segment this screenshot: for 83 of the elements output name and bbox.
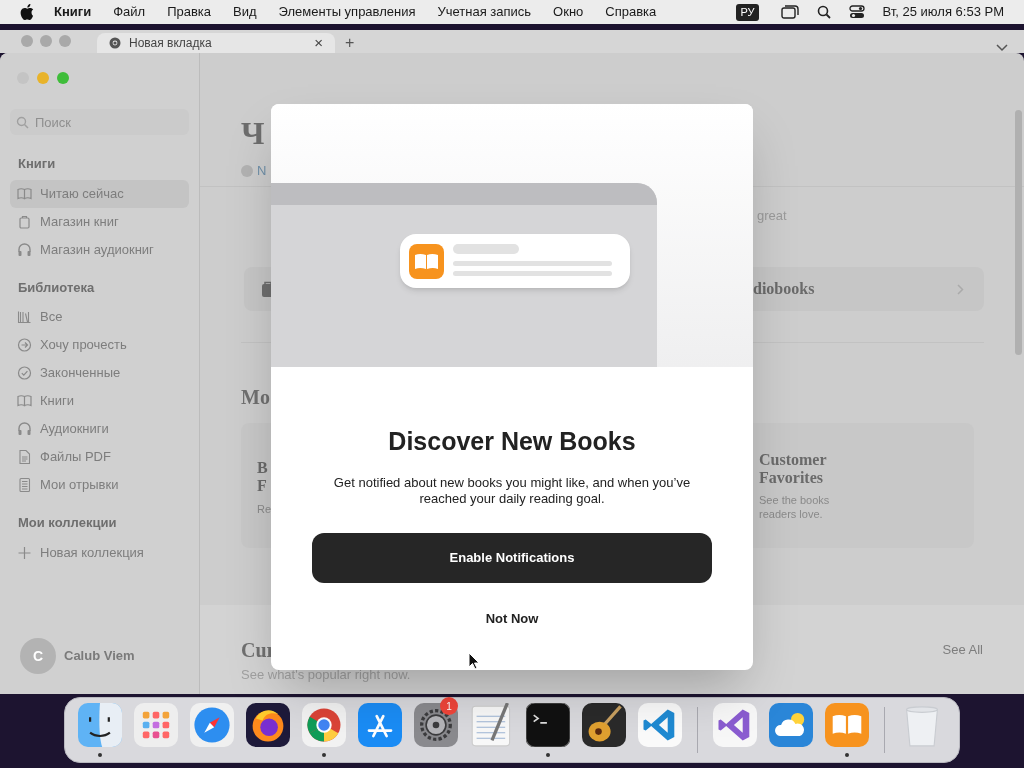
gear-icon[interactable]: [414, 703, 458, 747]
scrollbar-thumb[interactable]: [1015, 110, 1022, 355]
app-store-icon[interactable]: [358, 703, 402, 747]
windows-icon[interactable]: [780, 5, 799, 19]
section-heading: Мои коллекции: [17, 514, 118, 532]
section-title: Mo: [241, 386, 271, 408]
search-icon: [16, 116, 29, 129]
not-now-button[interactable]: Not Now: [481, 608, 543, 628]
menu-clock[interactable]: Вт, 25 июля 6:53 PM: [882, 2, 1004, 22]
sidebar-item[interactable]: Магазин книг: [10, 207, 189, 236]
chevron-down-icon[interactable]: [996, 44, 1008, 52]
book-app-icon: [409, 243, 444, 279]
sidebar-item[interactable]: Законченные: [10, 359, 189, 387]
notification-badge: 1: [440, 697, 458, 715]
chrome-icon[interactable]: [302, 703, 346, 747]
user-name: Calub Viem: [64, 647, 135, 666]
tab-title: Новая вкладка: [129, 37, 213, 50]
menu-item[interactable]: Учетная запись: [437, 2, 532, 22]
headphones-icon: [17, 241, 32, 258]
dialog-message: Get notified about new books you might like, and when you’ve reached your daily reading goal.: [332, 474, 692, 507]
terminal-icon[interactable]: [526, 703, 570, 747]
arrow-circle-icon: [17, 337, 32, 353]
document-icon: [17, 449, 32, 465]
menu-item[interactable]: Элементы управления: [278, 2, 416, 22]
store-row-label: diobooks: [753, 279, 815, 299]
menu-item[interactable]: Окно: [553, 2, 584, 22]
weather-icon[interactable]: [769, 703, 813, 747]
card-title-line: B: [257, 459, 269, 477]
plus-icon: [17, 544, 32, 561]
book-card[interactable]: B F Re: [241, 423, 271, 548]
card-title: Customer Favorites: [759, 451, 828, 487]
search-field[interactable]: Поиск: [10, 109, 189, 135]
notes-icon: [17, 477, 32, 493]
toggles-icon[interactable]: [848, 5, 865, 19]
compass-icon[interactable]: [190, 703, 234, 747]
app-menu[interactable]: Книги: [54, 2, 92, 22]
sidebar-item[interactable]: Все: [10, 303, 189, 331]
enable-notifications-button[interactable]: Enable Notifications: [312, 532, 712, 583]
sidebar-item[interactable]: Мои отрывки: [10, 471, 189, 499]
page-title: Ч: [241, 115, 266, 151]
infinity-app-icon[interactable]: [713, 703, 757, 747]
menu-item[interactable]: Файл: [113, 2, 146, 22]
input-source-indicator[interactable]: РУ: [736, 3, 759, 21]
section-heading: Библиотека: [17, 278, 96, 297]
fox-globe-icon[interactable]: [246, 703, 290, 747]
sidebar-item[interactable]: Магазин аудиокниг: [10, 235, 189, 264]
close-icon[interactable]: ×: [314, 37, 323, 49]
placeholder-lines-icon: [453, 244, 613, 278]
app-grid-icon[interactable]: [134, 703, 178, 747]
guitar-icon[interactable]: [582, 703, 626, 747]
chevron-right-icon: [957, 283, 964, 295]
card-title-line: F: [257, 477, 268, 495]
menu-item[interactable]: Справка: [605, 2, 657, 22]
sidebar-item[interactable]: Аудиокниги: [10, 415, 189, 443]
sidebar-item[interactable]: Новая коллекция: [10, 538, 189, 567]
card-text: Re: [257, 502, 271, 517]
browser-tab[interactable]: Новая вкладка ×: [97, 33, 335, 53]
checkmark-circle-icon: [17, 365, 32, 381]
book-icon: [17, 393, 32, 409]
shelves-icon: [17, 309, 32, 325]
menu-item[interactable]: Вид: [233, 2, 257, 22]
dialog-title: Discover New Books: [388, 426, 636, 457]
link[interactable]: N: [257, 160, 267, 181]
sidebar-item[interactable]: Читаю сейчас: [10, 179, 189, 208]
headphones-icon: [17, 421, 32, 437]
sidebar-item[interactable]: Файлы PDF: [10, 443, 189, 471]
apple-icon: [20, 4, 34, 20]
sidebar-item[interactable]: Хочу прочесть: [10, 331, 189, 359]
chrome-icon: [109, 37, 121, 49]
avatar[interactable]: C: [20, 638, 56, 674]
menu-item[interactable]: Правка: [167, 2, 212, 22]
section-heading: Книги: [17, 155, 57, 173]
search-icon[interactable]: [816, 5, 831, 19]
card-text: See the books readers love.: [759, 493, 831, 521]
book-app-icon[interactable]: [825, 703, 869, 747]
see-all-link[interactable]: See All: [942, 639, 983, 660]
finder-icon[interactable]: [78, 703, 122, 747]
book-icon: [17, 185, 32, 202]
new-tab-button[interactable]: +: [345, 34, 355, 52]
sidebar-item[interactable]: Книги: [10, 387, 189, 415]
bag-icon: [17, 213, 32, 230]
section-title: Cur: [241, 637, 276, 663]
code-editor-icon[interactable]: [638, 703, 682, 747]
